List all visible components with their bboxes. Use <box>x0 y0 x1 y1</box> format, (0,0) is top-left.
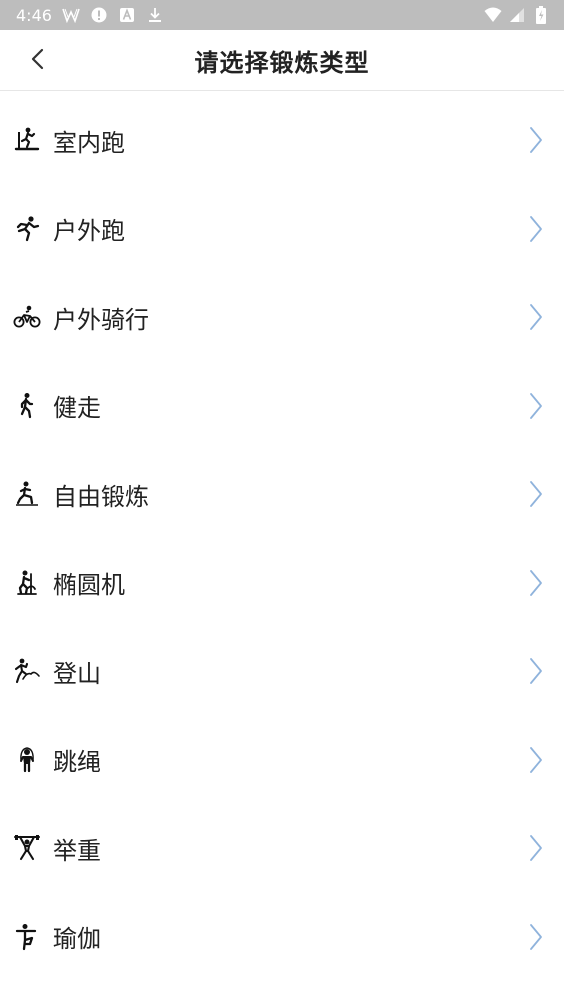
chevron-right-icon <box>526 302 546 332</box>
elliptical-icon <box>12 568 42 598</box>
chevron-right-icon <box>526 922 546 952</box>
header: 请选择锻炼类型 <box>0 30 564 91</box>
chevron-right-icon <box>526 125 546 155</box>
chevron-right-icon <box>526 214 546 244</box>
workout-label: 椭圆机 <box>53 571 125 600</box>
workout-type-list: 室内跑 户外跑 户外骑行 健走 自由锻炼 椭圆机 登山 跳绳 举重 瑜伽 <box>0 96 564 981</box>
wifi-icon <box>484 6 502 24</box>
workout-label: 瑜伽 <box>53 925 101 954</box>
workout-item-jump-rope[interactable]: 跳绳 <box>0 716 564 805</box>
cyclist-icon <box>12 302 42 332</box>
workout-item-elliptical[interactable]: 椭圆机 <box>0 539 564 628</box>
workout-item-outdoor-cycling[interactable]: 户外骑行 <box>0 273 564 362</box>
runner-icon <box>12 214 42 244</box>
a-app-icon <box>118 6 136 24</box>
workout-label: 自由锻炼 <box>53 482 149 511</box>
workout-item-weightlifting[interactable]: 举重 <box>0 804 564 893</box>
walker-icon <box>12 391 42 421</box>
chevron-right-icon <box>526 745 546 775</box>
weightlifting-icon <box>12 833 42 863</box>
workout-label: 举重 <box>53 836 101 865</box>
yoga-icon <box>12 922 42 952</box>
download-icon <box>146 6 164 24</box>
workout-label: 健走 <box>53 394 101 423</box>
status-right <box>484 6 550 24</box>
status-left: 4:46 <box>16 6 164 25</box>
status-time: 4:46 <box>16 5 52 25</box>
workout-item-indoor-run[interactable]: 室内跑 <box>0 96 564 185</box>
chevron-right-icon <box>526 656 546 686</box>
chevron-left-icon <box>30 48 44 74</box>
workout-label: 户外骑行 <box>53 305 149 334</box>
status-bar: 4:46 <box>0 0 564 30</box>
free-training-icon <box>12 479 42 509</box>
chevron-right-icon <box>526 479 546 509</box>
workout-label: 户外跑 <box>53 217 125 246</box>
workout-item-walking[interactable]: 健走 <box>0 362 564 451</box>
w-app-icon <box>62 6 80 24</box>
page-title: 请选择锻炼类型 <box>194 48 370 77</box>
workout-label: 跳绳 <box>53 748 101 777</box>
chevron-right-icon <box>526 568 546 598</box>
signal-icon <box>508 6 526 24</box>
workout-item-free-training[interactable]: 自由锻炼 <box>0 450 564 539</box>
chevron-right-icon <box>526 833 546 863</box>
climbing-icon <box>12 656 42 686</box>
alert-icon <box>90 6 108 24</box>
workout-item-outdoor-run[interactable]: 户外跑 <box>0 185 564 274</box>
back-button[interactable] <box>20 44 54 78</box>
workout-item-yoga[interactable]: 瑜伽 <box>0 893 564 982</box>
chevron-right-icon <box>526 391 546 421</box>
workout-label: 室内跑 <box>53 128 125 157</box>
jump-rope-icon <box>12 745 42 775</box>
workout-item-climbing[interactable]: 登山 <box>0 627 564 716</box>
treadmill-icon <box>12 125 42 155</box>
battery-icon <box>532 6 550 24</box>
workout-label: 登山 <box>53 659 101 688</box>
